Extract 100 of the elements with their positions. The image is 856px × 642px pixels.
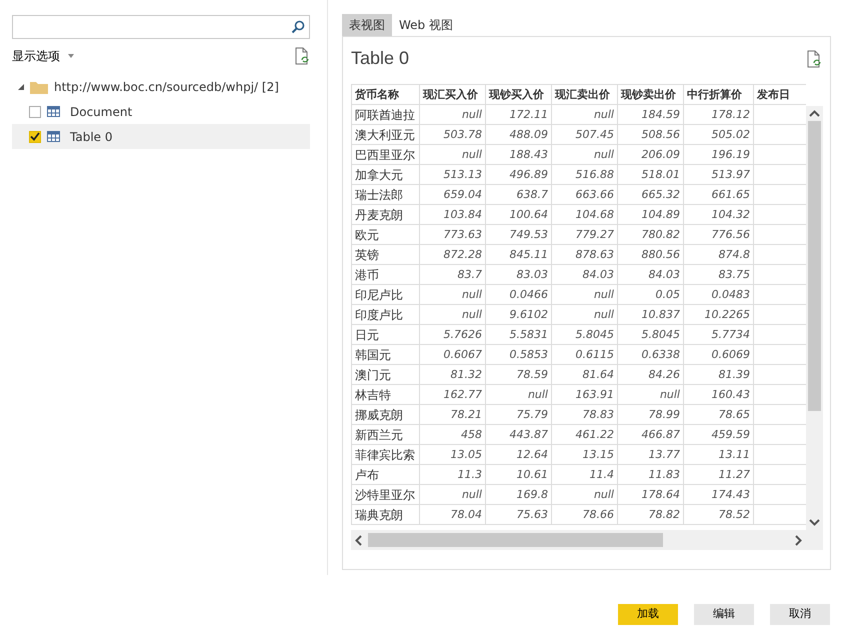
table-cell: 11.3 <box>420 464 486 484</box>
table-cell: 516.88 <box>552 164 618 184</box>
table-cell: 12.64 <box>486 444 552 464</box>
table-cell: 461.22 <box>552 424 618 444</box>
table-cell: 阿联酋迪拉 <box>352 104 420 124</box>
table-cell: 659.04 <box>420 184 486 204</box>
table-cell: 0.0466 <box>486 284 552 304</box>
table-cell: 663.66 <box>552 184 618 204</box>
action-button[interactable]: 编辑 <box>694 604 754 625</box>
table-cell: 5.8045 <box>552 324 618 344</box>
table-cell: 印度卢比 <box>352 304 420 324</box>
table-cell: 513.13 <box>420 164 486 184</box>
table-cell: 443.87 <box>486 424 552 444</box>
table-cell: 11.83 <box>618 464 684 484</box>
table-cell: 81.64 <box>552 364 618 384</box>
table-cell: 挪威克朗 <box>352 404 420 424</box>
table-cell: 880.56 <box>618 244 684 264</box>
tab[interactable]: Web 视图 <box>392 14 460 36</box>
column-header: 现汇买入价 <box>420 84 486 104</box>
action-button[interactable]: 取消 <box>770 604 830 625</box>
table-cell: 78.65 <box>684 404 754 424</box>
table-cell: 776.56 <box>684 224 754 244</box>
table-cell: 172.11 <box>486 104 552 124</box>
table-cell: 瑞士法郎 <box>352 184 420 204</box>
column-header: 现汇卖出价 <box>552 84 618 104</box>
table-cell: 75.79 <box>486 404 552 424</box>
tree-item[interactable]: Document <box>12 99 310 124</box>
table-cell: 瑞典克朗 <box>352 504 420 524</box>
display-options-dropdown[interactable]: 显示选项 <box>12 47 74 65</box>
table-cell: 83.7 <box>420 264 486 284</box>
table-cell: null <box>552 284 618 304</box>
table-cell: 104.89 <box>618 204 684 224</box>
table-cell: 英镑 <box>352 244 420 264</box>
checkbox[interactable] <box>29 106 41 118</box>
column-header: 现钞卖出价 <box>618 84 684 104</box>
table-cell: 661.65 <box>684 184 754 204</box>
table-cell: 638.7 <box>486 184 552 204</box>
table-cell: 508.56 <box>618 124 684 144</box>
table-cell: 505.02 <box>684 124 754 144</box>
vertical-scrollbar[interactable] <box>806 106 823 530</box>
refresh-button[interactable] <box>807 50 822 68</box>
table-cell: 488.09 <box>486 124 552 144</box>
tab[interactable]: 表视图 <box>342 14 392 36</box>
table-cell: 503.78 <box>420 124 486 144</box>
tree-item[interactable]: Table 0 <box>12 124 310 149</box>
table-cell: 13.11 <box>684 444 754 464</box>
folder-icon <box>30 80 48 94</box>
table-cell: null <box>618 384 684 404</box>
table-cell: 78.99 <box>618 404 684 424</box>
table-cell: 84.03 <box>552 264 618 284</box>
table-cell: 780.82 <box>618 224 684 244</box>
table-cell: 5.7734 <box>684 324 754 344</box>
table-cell: 188.43 <box>486 144 552 164</box>
table-cell: 845.11 <box>486 244 552 264</box>
table-cell: 10.837 <box>618 304 684 324</box>
table-cell: 13.15 <box>552 444 618 464</box>
table-cell: 779.27 <box>552 224 618 244</box>
table-cell: 872.28 <box>420 244 486 264</box>
table-cell: 78.66 <box>552 504 618 524</box>
table-cell: 83.03 <box>486 264 552 284</box>
table-cell: 5.5831 <box>486 324 552 344</box>
table-cell: 75.63 <box>486 504 552 524</box>
table-cell: 13.77 <box>618 444 684 464</box>
table-cell: 10.2265 <box>684 304 754 324</box>
column-header: 现钞买入价 <box>486 84 552 104</box>
table-cell: 卢布 <box>352 464 420 484</box>
table-cell: 0.6067 <box>420 344 486 364</box>
table-cell: 78.83 <box>552 404 618 424</box>
checkbox[interactable] <box>29 130 41 142</box>
table-cell: 0.0483 <box>684 284 754 304</box>
table-cell: 84.26 <box>618 364 684 384</box>
table-cell: null <box>420 284 486 304</box>
table-cell: 78.59 <box>486 364 552 384</box>
table-cell: 507.45 <box>552 124 618 144</box>
table-cell: 新西兰元 <box>352 424 420 444</box>
table-cell: 878.63 <box>552 244 618 264</box>
search-field[interactable] <box>12 15 310 39</box>
table-cell: 178.12 <box>684 104 754 124</box>
table-cell: 9.6102 <box>486 304 552 324</box>
table-cell: 81.39 <box>684 364 754 384</box>
table-cell: 83.75 <box>684 264 754 284</box>
table-cell: null <box>552 304 618 324</box>
table-cell: 印尼卢比 <box>352 284 420 304</box>
table-cell: 菲律宾比索 <box>352 444 420 464</box>
column-header: 发布日 <box>754 84 806 104</box>
table-cell: 澳门元 <box>352 364 420 384</box>
horizontal-scrollbar[interactable] <box>351 530 806 550</box>
load-button[interactable]: 加载 <box>618 604 678 625</box>
table-cell: 104.32 <box>684 204 754 224</box>
table-cell: 韩国元 <box>352 344 420 364</box>
tree-node[interactable]: http://www.boc.cn/sourcedb/whpj/ [2] <box>12 74 310 99</box>
column-header: 货币名称 <box>352 84 420 104</box>
table-cell: 196.19 <box>684 144 754 164</box>
refresh-button[interactable] <box>295 47 310 65</box>
table-cell: 13.05 <box>420 444 486 464</box>
table-cell: 林吉特 <box>352 384 420 404</box>
table-cell: 665.32 <box>618 184 684 204</box>
table-cell: 巴西里亚尔 <box>352 144 420 164</box>
table-cell: 459.59 <box>684 424 754 444</box>
scroll-down-icon <box>809 519 820 526</box>
